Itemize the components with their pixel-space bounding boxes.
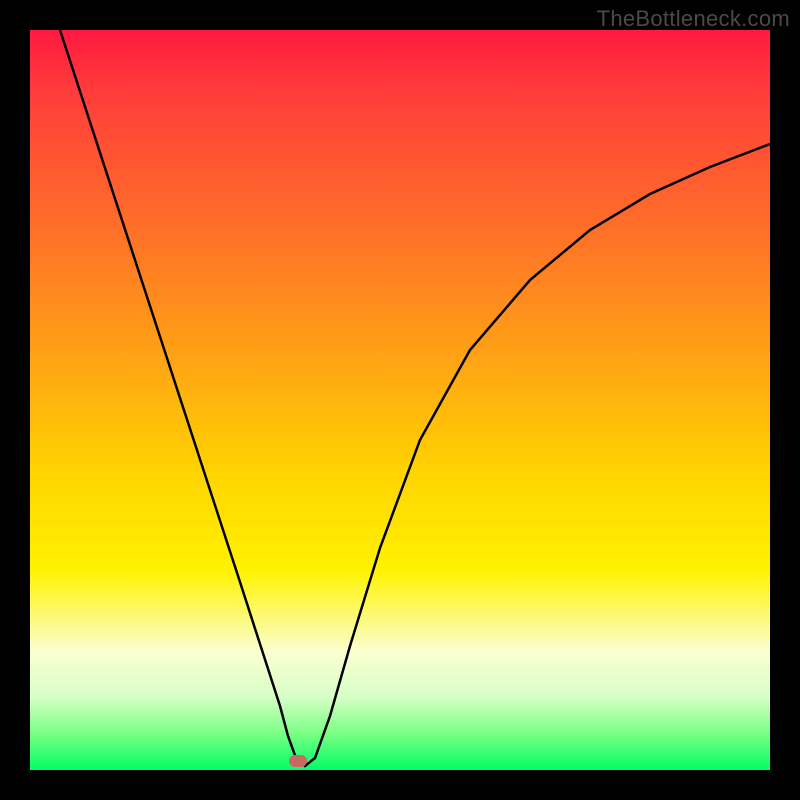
curve-path <box>60 30 770 766</box>
minimum-marker <box>289 755 307 767</box>
bottleneck-curve <box>30 30 770 770</box>
watermark-text: TheBottleneck.com <box>597 6 790 32</box>
